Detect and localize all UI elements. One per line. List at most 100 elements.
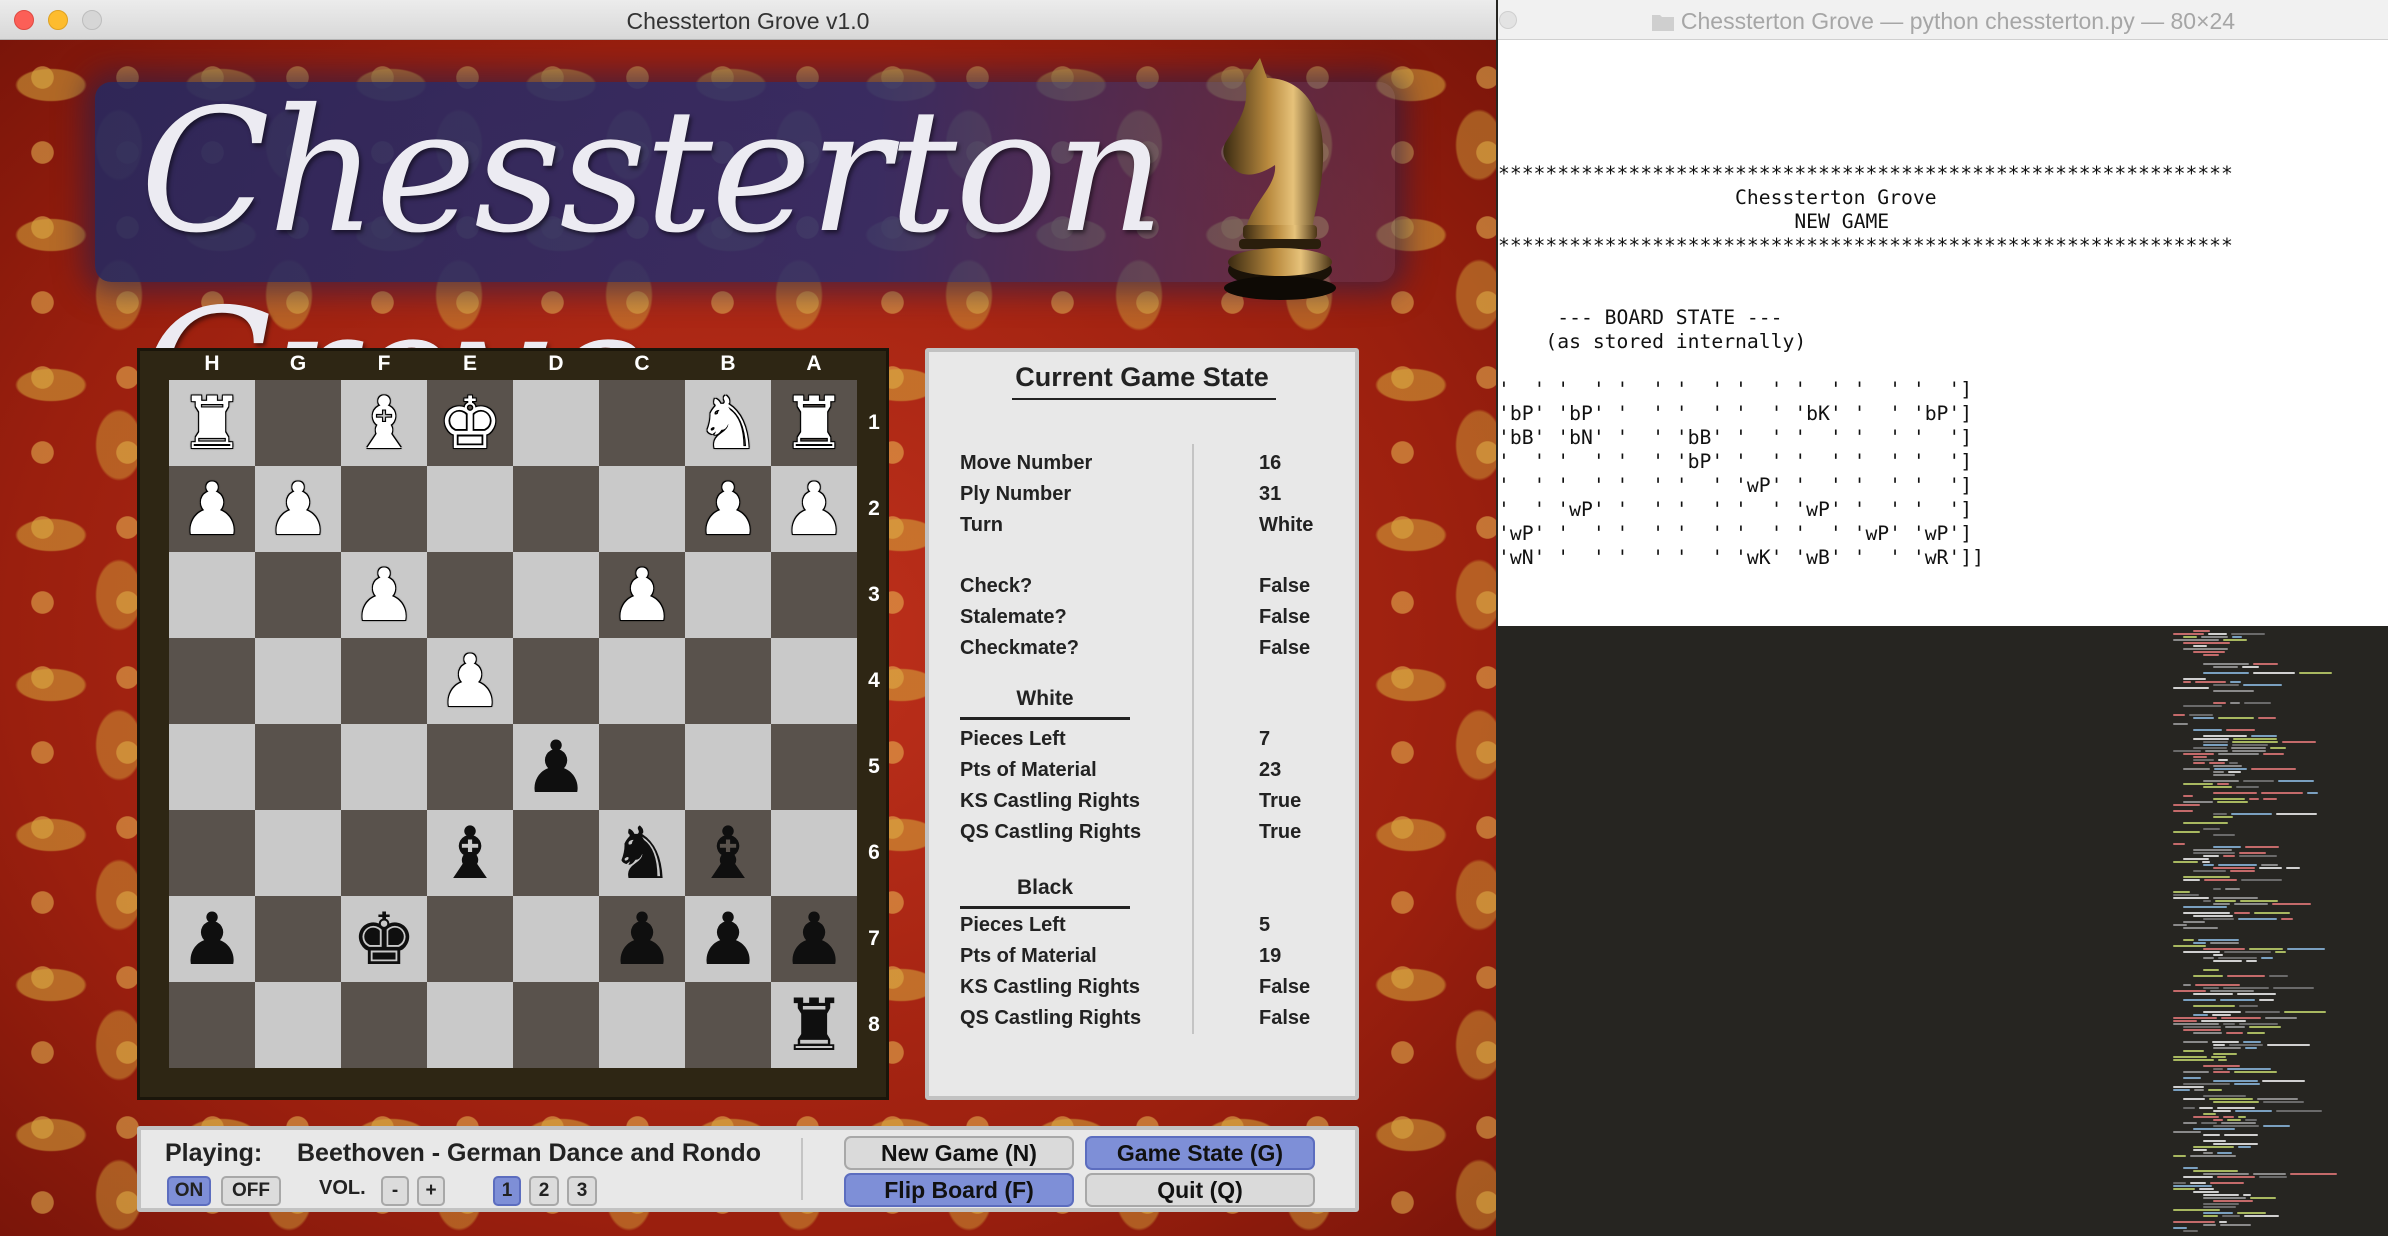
board-square-b2[interactable]: ♟ — [685, 466, 771, 552]
board-square-d1[interactable] — [513, 380, 599, 466]
flip-board-button[interactable]: Flip Board (F) — [844, 1173, 1074, 1207]
track-1-button[interactable]: 1 — [493, 1176, 521, 1206]
board-square-e7[interactable] — [427, 896, 513, 982]
white-bishop-icon[interactable]: ♝ — [352, 380, 417, 466]
board-square-a7[interactable]: ♟ — [771, 896, 857, 982]
board-square-h5[interactable] — [169, 724, 255, 810]
board-square-b7[interactable]: ♟ — [685, 896, 771, 982]
game-state-button[interactable]: Game State (G) — [1085, 1136, 1315, 1170]
board-square-a8[interactable]: ♜ — [771, 982, 857, 1068]
board-square-f2[interactable] — [341, 466, 427, 552]
board-square-b4[interactable] — [685, 638, 771, 724]
board-square-b3[interactable] — [685, 552, 771, 638]
board-square-g1[interactable] — [255, 380, 341, 466]
board-square-f6[interactable] — [341, 810, 427, 896]
white-rook-icon[interactable]: ♜ — [782, 380, 847, 466]
white-rook-icon[interactable]: ♜ — [180, 380, 245, 466]
board-square-e1[interactable]: ♚ — [427, 380, 513, 466]
board-square-a1[interactable]: ♜ — [771, 380, 857, 466]
volume-up-button[interactable]: + — [417, 1176, 445, 1206]
white-pawn-icon[interactable]: ♟ — [696, 466, 761, 552]
board-square-f5[interactable] — [341, 724, 427, 810]
board-square-c4[interactable] — [599, 638, 685, 724]
board-square-b8[interactable] — [685, 982, 771, 1068]
board-square-h8[interactable] — [169, 982, 255, 1068]
board-square-d4[interactable] — [513, 638, 599, 724]
music-off-button[interactable]: OFF — [221, 1176, 281, 1206]
black-bishop-icon[interactable]: ♝ — [438, 810, 503, 896]
board-square-a4[interactable] — [771, 638, 857, 724]
board-square-h3[interactable] — [169, 552, 255, 638]
board-square-g7[interactable] — [255, 896, 341, 982]
board-square-g6[interactable] — [255, 810, 341, 896]
board-square-e6[interactable]: ♝ — [427, 810, 513, 896]
board-square-c6[interactable]: ♞ — [599, 810, 685, 896]
board-square-g8[interactable] — [255, 982, 341, 1068]
white-knight-icon[interactable]: ♞ — [696, 380, 761, 466]
board-square-a5[interactable] — [771, 724, 857, 810]
board-square-h1[interactable]: ♜ — [169, 380, 255, 466]
board-square-a6[interactable] — [771, 810, 857, 896]
board-square-f4[interactable] — [341, 638, 427, 724]
board-square-g2[interactable]: ♟ — [255, 466, 341, 552]
board-square-g3[interactable] — [255, 552, 341, 638]
board-square-c7[interactable]: ♟ — [599, 896, 685, 982]
white-king-icon[interactable]: ♚ — [438, 380, 503, 466]
board-square-c8[interactable] — [599, 982, 685, 1068]
track-2-button[interactable]: 2 — [529, 1176, 559, 1206]
board-square-h7[interactable]: ♟ — [169, 896, 255, 982]
chessboard[interactable]: ♜ ♝ ♚ ♞ ♜ ♟ ♟ ♟ ♟ ♟ ♟ ♟ ♟ ♝ ♞ ♝ ♟ ♚ ♟ ♟ ♟ ♜ — [169, 380, 857, 1068]
volume-down-button[interactable]: - — [381, 1176, 409, 1206]
board-square-c3[interactable]: ♟ — [599, 552, 685, 638]
terminal-line: ****************************************… — [1498, 162, 2233, 185]
black-bishop-icon[interactable]: ♝ — [696, 810, 761, 896]
board-square-h6[interactable] — [169, 810, 255, 896]
terminal-window[interactable]: Chessterton Grove — python chessterton.p… — [1498, 0, 2388, 626]
board-square-d6[interactable] — [513, 810, 599, 896]
white-pawn-icon[interactable]: ♟ — [266, 466, 331, 552]
board-square-d5[interactable]: ♟ — [513, 724, 599, 810]
board-square-f3[interactable]: ♟ — [341, 552, 427, 638]
board-square-f8[interactable] — [341, 982, 427, 1068]
black-pawn-icon[interactable]: ♟ — [782, 896, 847, 982]
white-pawn-icon[interactable]: ♟ — [438, 638, 503, 724]
board-square-c1[interactable] — [599, 380, 685, 466]
board-square-a2[interactable]: ♟ — [771, 466, 857, 552]
board-square-f7[interactable]: ♚ — [341, 896, 427, 982]
black-king-icon[interactable]: ♚ — [352, 896, 417, 982]
board-square-h4[interactable] — [169, 638, 255, 724]
board-square-a3[interactable] — [771, 552, 857, 638]
board-square-g4[interactable] — [255, 638, 341, 724]
black-pawn-icon[interactable]: ♟ — [610, 896, 675, 982]
board-square-b6[interactable]: ♝ — [685, 810, 771, 896]
board-square-c5[interactable] — [599, 724, 685, 810]
board-square-e8[interactable] — [427, 982, 513, 1068]
board-square-e5[interactable] — [427, 724, 513, 810]
board-square-d3[interactable] — [513, 552, 599, 638]
black-rook-icon[interactable]: ♜ — [782, 982, 847, 1068]
black-pawn-icon[interactable]: ♟ — [180, 896, 245, 982]
white-pawn-icon[interactable]: ♟ — [352, 552, 417, 638]
board-square-e2[interactable] — [427, 466, 513, 552]
board-square-d2[interactable] — [513, 466, 599, 552]
black-pawn-icon[interactable]: ♟ — [524, 724, 589, 810]
board-square-c2[interactable] — [599, 466, 685, 552]
quit-button[interactable]: Quit (Q) — [1085, 1173, 1315, 1207]
board-square-f1[interactable]: ♝ — [341, 380, 427, 466]
white-pawn-icon[interactable]: ♟ — [610, 552, 675, 638]
new-game-button[interactable]: New Game (N) — [844, 1136, 1074, 1170]
music-on-button[interactable]: ON — [167, 1176, 211, 1206]
track-3-button[interactable]: 3 — [567, 1176, 597, 1206]
board-square-e3[interactable] — [427, 552, 513, 638]
board-square-h2[interactable]: ♟ — [169, 466, 255, 552]
board-square-d7[interactable] — [513, 896, 599, 982]
board-square-g5[interactable] — [255, 724, 341, 810]
board-square-d8[interactable] — [513, 982, 599, 1068]
white-pawn-icon[interactable]: ♟ — [180, 466, 245, 552]
black-pawn-icon[interactable]: ♟ — [696, 896, 761, 982]
board-square-b1[interactable]: ♞ — [685, 380, 771, 466]
black-knight-icon[interactable]: ♞ — [610, 810, 675, 896]
white-pawn-icon[interactable]: ♟ — [782, 466, 847, 552]
board-square-e4[interactable]: ♟ — [427, 638, 513, 724]
board-square-b5[interactable] — [685, 724, 771, 810]
